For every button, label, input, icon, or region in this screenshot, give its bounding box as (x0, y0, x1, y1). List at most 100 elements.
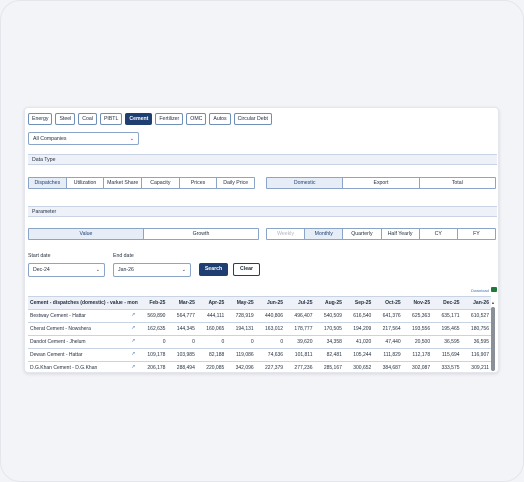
table-row[interactable]: D.G.Khan Cement - D.G.Khan ↗ 206,178 288,49… (28, 361, 491, 372)
end-date-value: Jan-26 (118, 267, 134, 273)
metric-market-share[interactable]: Market Share (104, 178, 143, 188)
metric-daily-price[interactable]: Daily Price (217, 178, 254, 188)
table-header-row: Cement - dispatches (domestic) - value -… (28, 296, 491, 310)
column-header[interactable]: Aug-25 (314, 296, 344, 310)
tab-fertilizer[interactable]: Fertilizer (155, 113, 184, 125)
tab-omc[interactable]: OMC (186, 113, 207, 125)
chart-icon[interactable]: ↗ (131, 352, 136, 357)
column-header[interactable]: Jul-25 (285, 296, 315, 310)
excel-icon[interactable] (491, 287, 497, 292)
column-header[interactable]: Sep-25 (343, 296, 374, 310)
table-cell: 277,236 (285, 361, 315, 372)
table-cell: 0 (167, 335, 197, 349)
column-header[interactable]: Feb-25 (138, 296, 168, 310)
company-dropdown[interactable]: All Companies ⌄ (28, 132, 139, 145)
table-cell: 144,345 (167, 322, 197, 336)
tab-cement[interactable]: Cement (125, 113, 153, 125)
table-row[interactable]: Dandot Cement - Jhelum ↗ 0 0 0 0 0 39,620 34,358… (28, 335, 491, 349)
table-cell: 0 (196, 335, 227, 349)
table-cell: 36,595 (461, 335, 491, 349)
frequency-quarterly[interactable]: Quarterly (343, 229, 382, 239)
company-name: Dandot Cement - Jhelum (30, 339, 86, 345)
frequency-monthly[interactable]: Monthly (305, 229, 344, 239)
table-cell: 540,509 (314, 309, 344, 323)
search-button[interactable]: Search (199, 263, 228, 276)
column-header[interactable]: Mar-25 (167, 296, 197, 310)
chevron-down-icon: ⌄ (129, 136, 134, 142)
metric-capacity[interactable]: Capacity (142, 178, 180, 188)
chart-icon[interactable]: ↗ (131, 326, 136, 331)
destination-selector: Domestic Export Total (266, 177, 496, 189)
frequency-half-yearly[interactable]: Half Yearly (382, 229, 420, 239)
tab-pibtl[interactable]: PIBTL (99, 113, 123, 125)
column-header[interactable]: Oct-25 (373, 296, 403, 310)
table-cell: 194,131 (226, 322, 256, 336)
table-cell: 0 (255, 335, 286, 349)
table-cell: 178,777 (285, 322, 315, 336)
column-header[interactable]: Nov-25 (402, 296, 433, 310)
table-row[interactable]: Cherat Cement - Nowshera ↗ 162,635 144,345 1… (28, 322, 491, 336)
row-company-cell: Dandot Cement - Jhelum ↗ (28, 335, 139, 349)
tab-coal[interactable]: Coal (78, 113, 97, 125)
end-date-dropdown[interactable]: Jan-26 ⌄ (113, 263, 191, 277)
table-cell: 285,167 (314, 361, 344, 372)
table-cell: 342,096 (226, 361, 256, 372)
measure-growth[interactable]: Growth (144, 229, 258, 239)
measure-value[interactable]: Value (29, 229, 144, 239)
table-cell: 300,652 (343, 361, 374, 372)
metric-prices[interactable]: Prices (180, 178, 218, 188)
metric-dispatches[interactable]: Dispatches (29, 178, 67, 188)
table-cell: 564,777 (167, 309, 197, 323)
table-cell: 302,087 (402, 361, 433, 372)
row-company-cell: Cherat Cement - Nowshera ↗ (28, 322, 139, 336)
table-row[interactable]: Bestway Cement - Hattar ↗ 569,890 564,777 44… (28, 309, 491, 323)
table-cell: 569,890 (138, 309, 168, 323)
start-date-label: Start date (28, 253, 51, 259)
scroll-up-icon[interactable]: ▲ (491, 300, 495, 305)
column-header[interactable]: Jan-26 (461, 296, 491, 310)
table-scrollbar[interactable] (491, 307, 495, 371)
table-cell: 227,379 (255, 361, 286, 372)
table-cell: 0 (138, 335, 168, 349)
table-cell: 116,907 (461, 348, 491, 362)
table-cell: 496,407 (285, 309, 315, 323)
table-cell: 610,527 (461, 309, 491, 323)
table-cell: 444,111 (196, 309, 227, 323)
column-header[interactable]: May-25 (226, 296, 256, 310)
column-header[interactable]: Jun-25 (255, 296, 286, 310)
column-header[interactable]: Apr-25 (196, 296, 227, 310)
chart-icon[interactable]: ↗ (131, 365, 136, 370)
destination-export[interactable]: Export (343, 178, 420, 188)
table-row[interactable]: Dewan Cement - Hattar ↗ 109,178 103,985 82,1… (28, 348, 491, 362)
clear-button[interactable]: Clear (233, 263, 260, 276)
data-type-header: Data Type (28, 154, 497, 165)
tab-steel[interactable]: Steel (55, 113, 76, 125)
destination-domestic[interactable]: Domestic (267, 178, 344, 188)
tab-circular-debt[interactable]: Circular Debt (233, 113, 272, 125)
table-cell: 309,211 (461, 361, 491, 372)
column-header[interactable]: Dec-25 (432, 296, 462, 310)
chevron-down-icon: ⌄ (181, 267, 186, 273)
table-cell: 163,012 (255, 322, 286, 336)
frequency-weekly[interactable]: Weekly (267, 229, 306, 239)
table-cell: 641,376 (373, 309, 403, 323)
download-link[interactable]: Download (471, 288, 489, 293)
chart-icon[interactable]: ↗ (131, 313, 136, 318)
table-cell: 440,806 (255, 309, 286, 323)
start-date-dropdown[interactable]: Dec-24 ⌄ (28, 263, 105, 277)
chart-icon[interactable]: ↗ (131, 339, 136, 344)
sector-tabs: Energy Steel Coal PIBTL Cement Fertilize… (28, 113, 272, 125)
table-cell: 625,363 (402, 309, 433, 323)
analytics-panel: Energy Steel Coal PIBTL Cement Fertilize… (24, 107, 499, 373)
measure-selector: Value Growth (28, 228, 259, 240)
metric-utilization[interactable]: Utilization (67, 178, 105, 188)
tab-autos[interactable]: Autos (209, 113, 231, 125)
frequency-cy[interactable]: CY (420, 229, 458, 239)
table-cell: 105,244 (343, 348, 374, 362)
tab-energy[interactable]: Energy (28, 113, 53, 125)
table-cell: 180,756 (461, 322, 491, 336)
frequency-fy[interactable]: FY (458, 229, 495, 239)
company-name: Cherat Cement - Nowshera (30, 326, 91, 332)
destination-total[interactable]: Total (420, 178, 495, 188)
table-cell: 41,020 (343, 335, 374, 349)
